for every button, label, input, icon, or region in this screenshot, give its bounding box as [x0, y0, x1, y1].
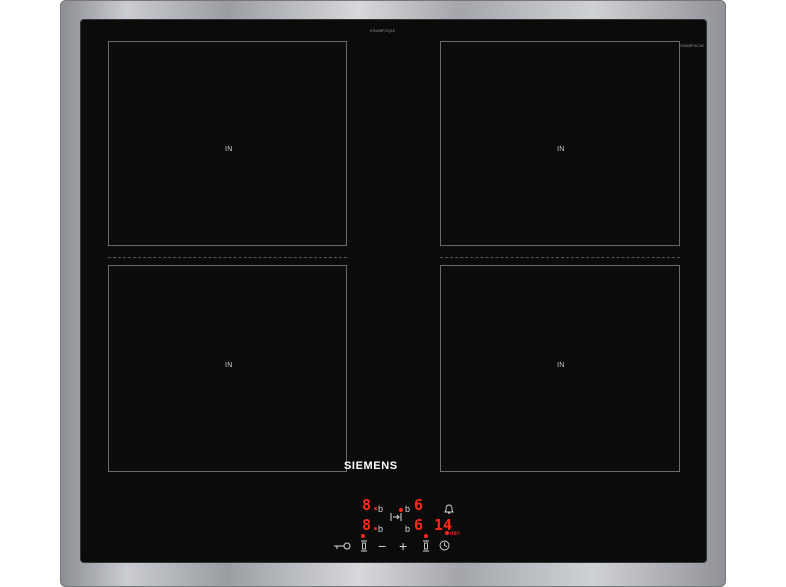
cooking-zone-rear-left[interactable]: IN [108, 265, 347, 472]
zone-label: IN [557, 362, 565, 369]
indicator-dot [424, 534, 428, 538]
flex-zone-divider-left [108, 257, 347, 258]
timer-unit: min [450, 531, 460, 537]
power-level-display: 6 [414, 516, 424, 534]
cooking-zone-rear-right[interactable]: IN [440, 265, 680, 472]
zone-select-icon[interactable] [422, 540, 430, 552]
model-number-top: EX645FCQ1E [370, 28, 396, 33]
booster-indicator: b [405, 524, 411, 534]
model-number-right: EX645FXC1E [679, 43, 704, 48]
zone-label: IN [557, 146, 565, 153]
flex-zone-divider-right [440, 257, 680, 258]
timer-clock-icon[interactable] [439, 540, 450, 551]
key-lock-icon[interactable] [333, 542, 351, 550]
plus-icon[interactable]: + [399, 539, 407, 553]
brand-logo: SIEMENS [344, 460, 398, 472]
zone-select-icon[interactable] [360, 540, 368, 552]
zone-label: IN [225, 362, 233, 369]
indicator-dot [445, 531, 449, 535]
cooking-zone-front-left[interactable]: IN [108, 41, 347, 246]
indicator-dot [361, 534, 365, 538]
minus-icon[interactable]: − [378, 539, 386, 553]
booster-indicator: b [378, 524, 384, 534]
transfer-icon[interactable] [390, 512, 402, 522]
cooking-zone-front-right[interactable]: IN [440, 41, 680, 246]
booster-indicator: b [405, 504, 411, 514]
power-level-display: 6 [414, 496, 424, 514]
glass-ceramic-surface: EX645FCQ1E EX645FXC1E IN IN IN IN SIEMEN… [81, 20, 706, 562]
booster-indicator: b [378, 504, 384, 514]
zone-label: IN [225, 146, 233, 153]
bell-icon[interactable] [444, 504, 454, 514]
